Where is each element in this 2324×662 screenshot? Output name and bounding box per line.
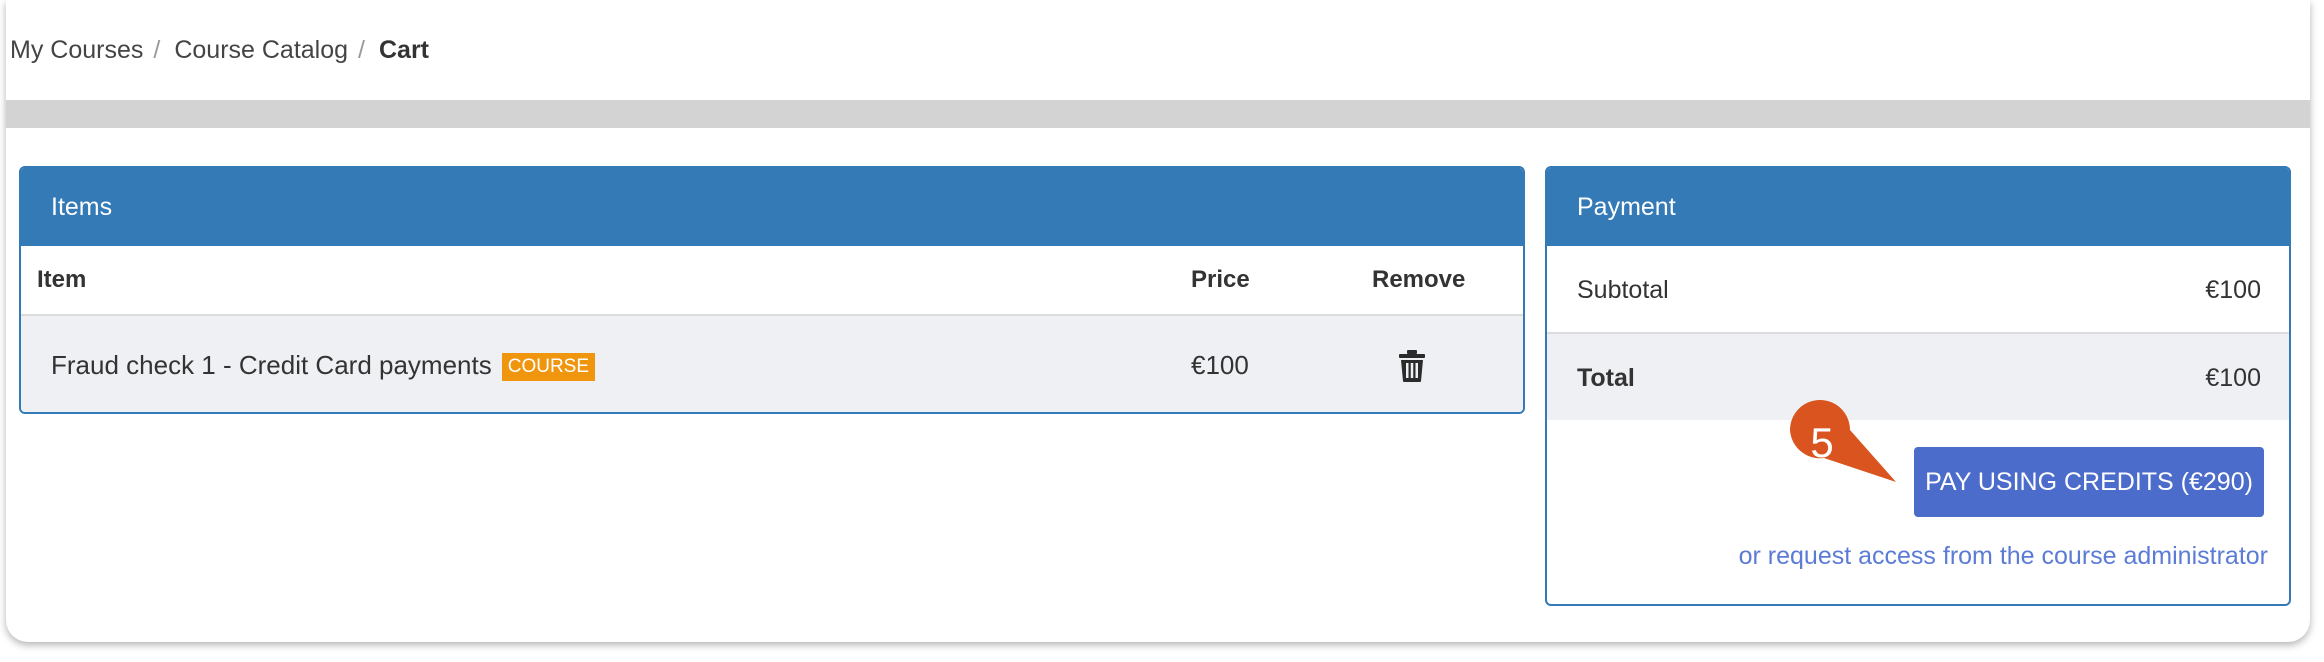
request-access-link[interactable]: or request access from the course admini… <box>1739 542 2268 571</box>
item-price: €100 <box>1191 350 1249 380</box>
column-header-remove: Remove <box>1372 266 1466 293</box>
items-panel: Items Item Price Remove Fraud check 1 - … <box>19 166 1525 414</box>
step-number: 5 <box>1810 419 1834 466</box>
item-name: Fraud check 1 - Credit Card payments <box>51 350 492 380</box>
column-header-item: Item <box>37 266 87 293</box>
divider-bar <box>6 100 2310 128</box>
total-value: €100 <box>2205 364 2261 392</box>
breadcrumb-my-courses[interactable]: My Courses <box>10 36 143 65</box>
pay-using-credits-button[interactable]: PAY USING CREDITS (€290) <box>1914 447 2264 517</box>
subtotal-row: Subtotal €100 <box>1547 246 2289 334</box>
payment-panel: Payment Subtotal €100 Total €100 <box>1545 166 2291 606</box>
table-row: Fraud check 1 - Credit Card payments COUR… <box>21 316 1523 412</box>
breadcrumb-separator: / <box>153 36 161 64</box>
subtotal-value: €100 <box>2205 276 2261 304</box>
total-label: Total <box>1577 364 1635 392</box>
payment-panel-title: Payment <box>1547 168 2289 246</box>
total-row: Total €100 <box>1547 334 2289 420</box>
breadcrumb-separator: / <box>358 36 365 64</box>
items-panel-title: Items <box>21 168 1523 246</box>
items-table-header: Item Price Remove <box>21 246 1523 316</box>
breadcrumb-course-catalog[interactable]: Course Catalog <box>174 36 348 65</box>
top-bar: My Courses / Course Catalog / Cart <box>6 0 2310 100</box>
subtotal-label: Subtotal <box>1577 276 1669 304</box>
item-name-cell: Fraud check 1 - Credit Card payments COUR… <box>51 350 596 381</box>
breadcrumb-current: Cart <box>379 36 430 64</box>
trash-icon[interactable] <box>1397 349 1427 383</box>
column-header-price: Price <box>1191 266 1250 293</box>
breadcrumb: My Courses / Course Catalog / Cart <box>10 36 429 65</box>
course-badge: COURSE <box>501 353 596 381</box>
